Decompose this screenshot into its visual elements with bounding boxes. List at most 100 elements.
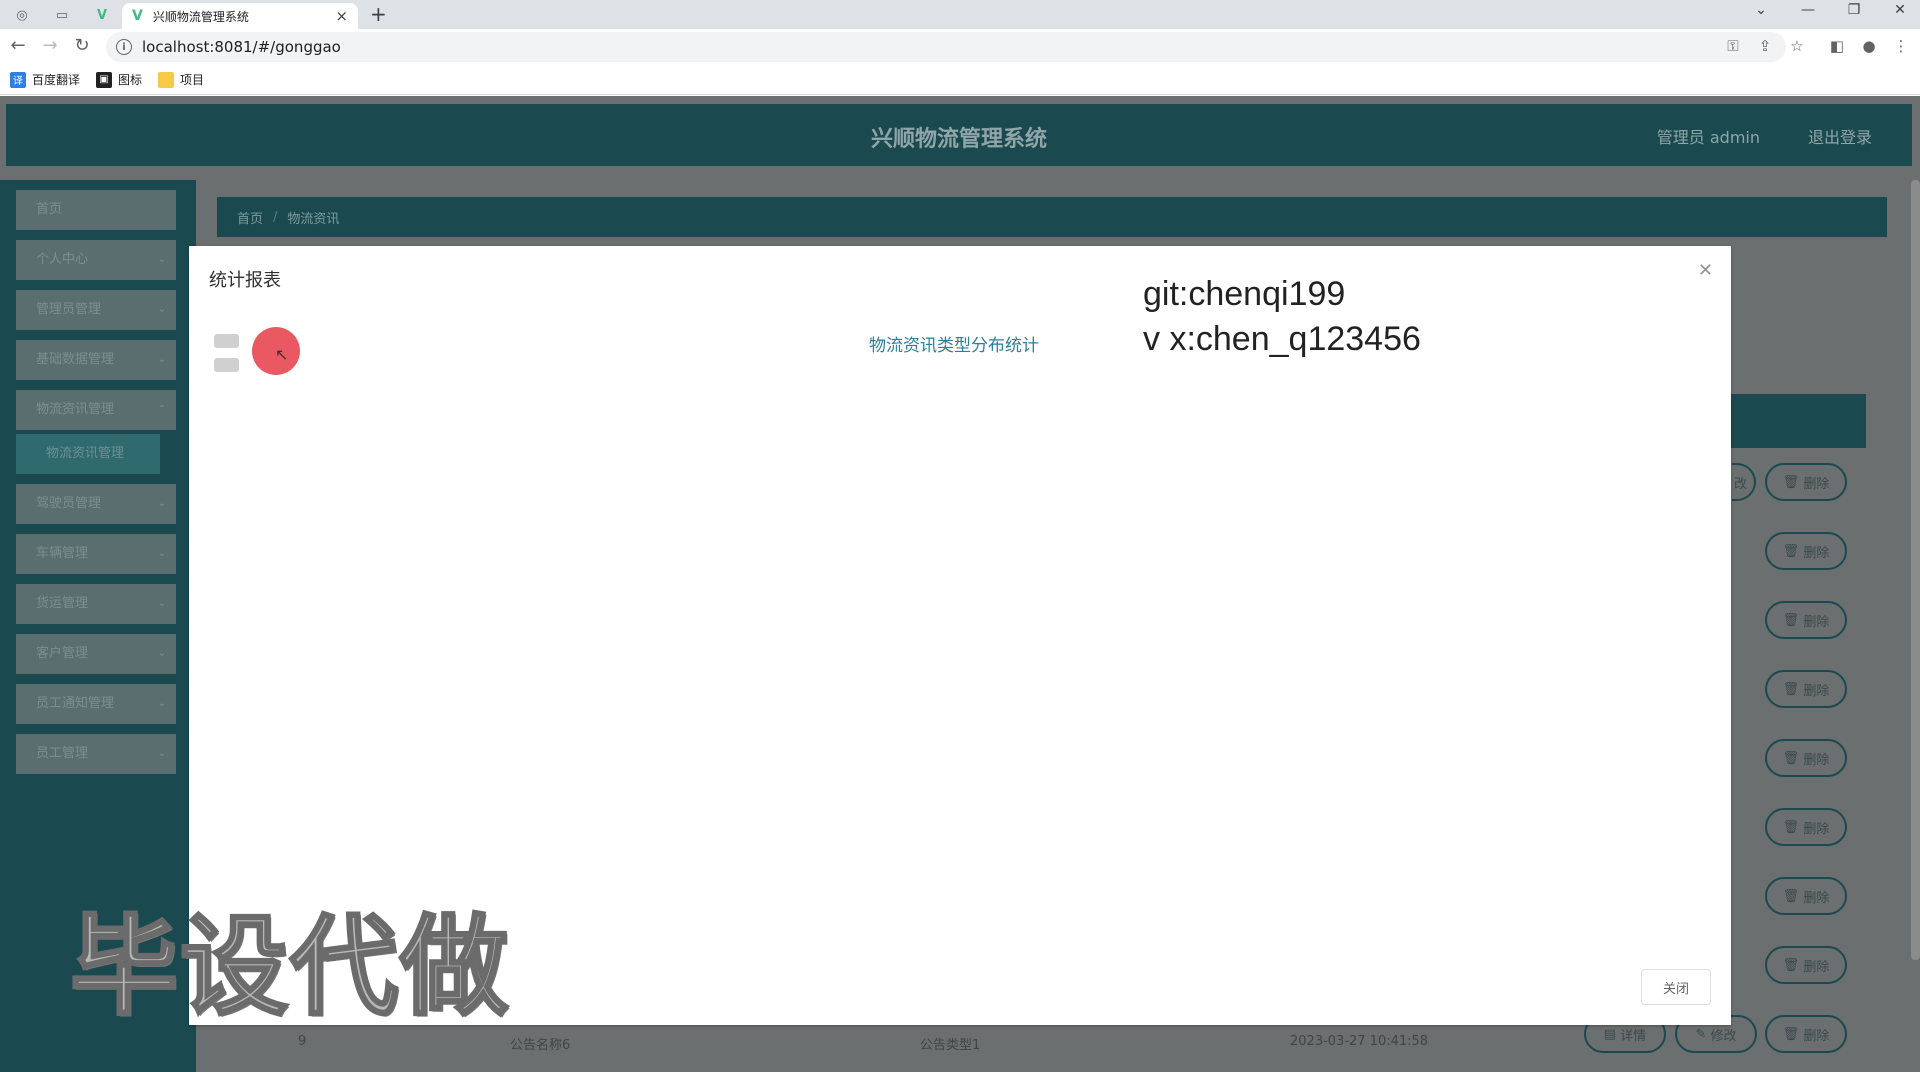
delete-label: 删除 xyxy=(1803,1028,1830,1044)
chevron-down-icon: ⌄ xyxy=(157,304,166,315)
minimize-icon[interactable]: — xyxy=(1793,2,1823,18)
key-icon[interactable]: ⚿ xyxy=(1722,37,1744,55)
breadcrumb-home[interactable]: 首页 xyxy=(237,208,263,227)
sidebar-subitem-news[interactable]: 物流资讯管理 xyxy=(16,434,160,474)
legend-swatch[interactable] xyxy=(214,334,239,348)
sidebar-item-staff-notice[interactable]: 员工通知管理 ⌄ xyxy=(16,684,176,724)
star-icon[interactable]: ☆ xyxy=(1786,37,1808,55)
sidebar-item-driver[interactable]: 驾驶员管理 ⌄ xyxy=(16,484,176,524)
delete-button[interactable]: 🗑 删除 xyxy=(1765,601,1847,639)
trash-icon: 🗑 xyxy=(1782,474,1800,490)
delete-button[interactable]: 🗑 删除 xyxy=(1765,877,1847,915)
watermark-text: 毕设代做 xyxy=(68,904,511,1032)
profile-icon[interactable]: ● xyxy=(1858,37,1880,55)
sidebar-item-label: 基础数据管理 xyxy=(36,352,115,367)
scrollbar[interactable] xyxy=(1911,180,1920,960)
doc-icon: ▤ xyxy=(1603,1026,1617,1042)
delete-label: 删除 xyxy=(1803,614,1830,630)
chevron-down-icon: ⌄ xyxy=(157,698,166,709)
sidebar-item-label: 物流资讯管理 xyxy=(36,402,115,417)
info-icon[interactable]: i xyxy=(116,39,132,55)
delete-label: 删除 xyxy=(1803,476,1830,492)
delete-button[interactable]: 🗑 删除 xyxy=(1765,808,1847,846)
sidebar-item-freight[interactable]: 货运管理 ⌄ xyxy=(16,584,176,624)
back-icon[interactable]: ← xyxy=(6,35,30,56)
legend-swatch[interactable] xyxy=(214,358,239,372)
forward-icon[interactable]: → xyxy=(38,35,62,56)
trash-icon: 🗑 xyxy=(1782,612,1800,628)
trash-icon: 🗑 xyxy=(1782,888,1800,904)
share-icon[interactable]: ⇪ xyxy=(1754,37,1776,55)
bookmark-icons[interactable]: ▣ 图标 xyxy=(96,71,142,88)
delete-button[interactable]: 🗑 删除 xyxy=(1765,946,1847,984)
delete-button[interactable]: 🗑 删除 xyxy=(1765,1015,1847,1053)
sidebar-item-profile[interactable]: 个人中心 ⌄ xyxy=(16,240,176,280)
app-header: 兴顺物流管理系统 管理员 admin 退出登录 xyxy=(6,104,1912,166)
sidebar-item-admin[interactable]: 管理员管理 ⌄ xyxy=(16,290,176,330)
sidepanel-icon[interactable]: ◧ xyxy=(1826,37,1848,55)
close-icon[interactable]: ✕ xyxy=(1698,260,1713,281)
new-tab-icon[interactable]: + xyxy=(370,2,387,26)
current-user: 管理员 admin xyxy=(1656,128,1760,147)
translate-icon: 译 xyxy=(10,71,26,88)
trash-icon: 🗑 xyxy=(1782,1026,1800,1042)
close-icon[interactable]: × xyxy=(335,7,348,25)
restore-icon[interactable]: ❐ xyxy=(1839,2,1869,18)
trash-icon: 🗑 xyxy=(1782,819,1800,835)
chevron-down-icon[interactable]: ⌄ xyxy=(1746,2,1776,18)
chart-title: 物流资讯类型分布统计 xyxy=(869,336,1039,356)
sidebar-subitem-label: 物流资讯管理 xyxy=(46,446,125,461)
image-icon: ▣ xyxy=(96,71,113,88)
delete-button[interactable]: 🗑 删除 xyxy=(1765,532,1847,570)
sidebar-item-staff[interactable]: 员工管理 ⌄ xyxy=(16,734,176,774)
sidebar-item-vehicle[interactable]: 车辆管理 ⌄ xyxy=(16,534,176,574)
active-tab[interactable]: V 兴顺物流管理系统 × xyxy=(122,3,358,29)
chevron-down-icon: ⌄ xyxy=(157,354,166,365)
globe-icon[interactable]: ◎ xyxy=(8,4,36,26)
bookmark-label: 项目 xyxy=(180,73,205,87)
pencil-icon: ✎ xyxy=(1695,1026,1707,1042)
delete-button[interactable]: 🗑 删除 xyxy=(1765,463,1847,501)
edit-label: 修改 xyxy=(1710,1028,1737,1044)
bookmark-baidu-translate[interactable]: 译 百度翻译 xyxy=(10,71,80,88)
delete-button[interactable]: 🗑 删除 xyxy=(1765,739,1847,777)
sidebar-item-label: 首页 xyxy=(36,202,63,217)
menu-icon[interactable]: ⋮ xyxy=(1890,37,1912,55)
trash-icon: 🗑 xyxy=(1782,543,1800,559)
window-close-icon[interactable]: ✕ xyxy=(1885,2,1915,18)
sidebar-item-label: 驾驶员管理 xyxy=(36,496,102,511)
delete-button[interactable]: 🗑 删除 xyxy=(1765,670,1847,708)
sidebar-item-label: 员工管理 xyxy=(36,746,89,761)
table-header xyxy=(1730,394,1866,448)
sidebar-item-basedata[interactable]: 基础数据管理 ⌄ xyxy=(16,340,176,380)
dialog-title: 统计报表 xyxy=(209,270,281,291)
sidebar-item-home[interactable]: 首页 xyxy=(16,190,176,230)
cursor-icon: ↖ xyxy=(275,345,289,364)
chevron-up-icon: ⌃ xyxy=(157,404,166,415)
close-button[interactable]: 关闭 xyxy=(1641,969,1711,1005)
delete-label: 删除 xyxy=(1803,683,1830,699)
logout-link[interactable]: 退出登录 xyxy=(1808,124,1872,148)
bookmark-label: 图标 xyxy=(118,73,143,87)
trash-icon: 🗑 xyxy=(1782,750,1800,766)
vue-tab-icon[interactable]: V xyxy=(88,4,116,26)
row-name: 公告名称6 xyxy=(510,1038,571,1053)
url-input[interactable]: i localhost:8081/#/gonggao xyxy=(106,32,1786,62)
bookmarks-bar: 译 百度翻译 ▣ 图标 项目 xyxy=(0,65,1920,95)
chevron-down-icon: ⌄ xyxy=(157,748,166,759)
url-text: localhost:8081/#/gonggao xyxy=(142,38,341,56)
contact-overlay: git:chenqi199 v x:chen_q123456 xyxy=(1143,272,1421,362)
reload-icon[interactable]: ↻ xyxy=(70,35,94,56)
bookmark-label: 百度翻译 xyxy=(32,73,81,87)
bookmark-project[interactable]: 项目 xyxy=(158,71,204,88)
blank-tab-icon[interactable]: ▭ xyxy=(48,4,76,26)
tab-title: 兴顺物流管理系统 xyxy=(152,9,249,24)
delete-label: 删除 xyxy=(1803,890,1830,906)
breadcrumb-current: 物流资讯 xyxy=(287,211,340,227)
sidebar-item-customer[interactable]: 客户管理 ⌄ xyxy=(16,634,176,674)
chevron-down-icon: ⌄ xyxy=(157,254,166,265)
vue-icon: V xyxy=(132,8,143,24)
sidebar-item-label: 员工通知管理 xyxy=(36,696,115,711)
sidebar-item-label: 管理员管理 xyxy=(36,302,102,317)
sidebar-item-news[interactable]: 物流资讯管理 ⌃ xyxy=(16,390,176,430)
